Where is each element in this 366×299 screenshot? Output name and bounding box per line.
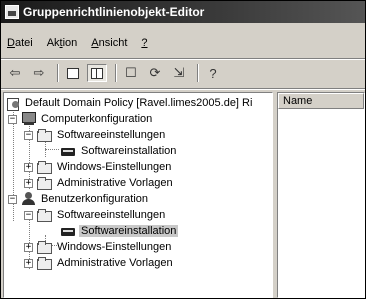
refresh-button[interactable]: ⟳ bbox=[145, 64, 165, 82]
user-icon bbox=[21, 192, 36, 206]
menu-bar: Datei Aktion Ansicht ? bbox=[1, 34, 365, 52]
collapse-toggle[interactable]: − bbox=[24, 210, 33, 220]
export-list-button[interactable]: ⇲ bbox=[169, 64, 189, 82]
tree-node-label: Administrative Vorlagen bbox=[57, 177, 173, 189]
menu-aktion[interactable]: Aktion bbox=[47, 37, 78, 49]
tree-node-softwareeinstellungen-user[interactable]: − Softwareeinstellungen bbox=[24, 207, 167, 223]
tree-node-administrative-vorlagen-computer[interactable]: + Administrative Vorlagen bbox=[24, 175, 175, 191]
expand-toggle[interactable]: + bbox=[24, 162, 33, 172]
details-pane[interactable]: Name bbox=[277, 92, 365, 298]
software-installation-icon bbox=[60, 145, 76, 157]
tree-node-computerkonfiguration[interactable]: − Computerkonfiguration bbox=[8, 111, 154, 127]
folder-icon bbox=[37, 240, 52, 254]
tree-node-softwareinstallation-computer[interactable]: Softwareinstallation bbox=[60, 143, 178, 159]
tree-node-label: Windows-Einstellungen bbox=[57, 161, 172, 173]
export-list-icon: ⇲ bbox=[173, 65, 185, 80]
software-installation-icon bbox=[60, 225, 76, 237]
tree-node-label: Softwareinstallation bbox=[79, 225, 179, 237]
tree-root-policy[interactable]: Default Domain Policy [Ravel.limes2005.d… bbox=[6, 95, 254, 111]
tree-node-softwareeinstellungen-computer[interactable]: − Softwareeinstellungen bbox=[24, 127, 167, 143]
column-header-name[interactable]: Name bbox=[278, 93, 364, 109]
menu-help[interactable]: ? bbox=[141, 37, 147, 49]
tree-node-label: Softwareinstallation bbox=[81, 145, 177, 157]
collapse-toggle[interactable]: − bbox=[8, 194, 17, 204]
forward-arrow-icon: ⇨ bbox=[33, 65, 45, 80]
tree-node-windows-einstellungen-user[interactable]: + Windows-Einstellungen bbox=[24, 239, 173, 255]
folder-icon bbox=[37, 256, 52, 270]
toolbar-divider bbox=[115, 64, 117, 82]
console-tree[interactable]: Default Domain Policy [Ravel.limes2005.d… bbox=[3, 92, 273, 298]
folder-icon bbox=[37, 208, 52, 222]
toolbar: ⇦ ⇨ ☐ ⟳ ⇲ ? bbox=[1, 62, 365, 84]
tree-node-softwareinstallation-user[interactable]: Softwareinstallation bbox=[60, 223, 179, 239]
tree-node-label: Softwareeinstellungen bbox=[57, 209, 166, 221]
show-hide-tree-button[interactable] bbox=[87, 64, 107, 82]
expand-toggle[interactable]: + bbox=[24, 242, 33, 252]
properties-button[interactable]: ☐ bbox=[121, 64, 141, 82]
title-bar[interactable]: Gruppenrichtlinienobjekt-Editor bbox=[1, 1, 365, 23]
help-icon: ? bbox=[209, 65, 217, 81]
tree-node-label: Benutzerkonfiguration bbox=[41, 193, 149, 205]
gpo-app-icon bbox=[5, 5, 19, 19]
collapse-toggle[interactable]: − bbox=[24, 130, 33, 140]
tree-node-windows-einstellungen-computer[interactable]: + Windows-Einstellungen bbox=[24, 159, 173, 175]
folder-icon bbox=[37, 128, 52, 142]
window-title: Gruppenrichtlinienobjekt-Editor bbox=[23, 5, 205, 19]
up-folder-button[interactable] bbox=[63, 64, 83, 82]
collapse-toggle[interactable]: − bbox=[8, 114, 17, 124]
up-folder-icon bbox=[67, 67, 79, 79]
tree-node-benutzerkonfiguration[interactable]: − Benutzerkonfiguration bbox=[8, 191, 150, 207]
tree-node-label: Administrative Vorlagen bbox=[57, 257, 173, 269]
back-button[interactable]: ⇦ bbox=[5, 64, 25, 82]
expand-toggle[interactable]: + bbox=[24, 258, 33, 268]
gpo-editor-window: Gruppenrichtlinienobjekt-Editor Datei Ak… bbox=[0, 0, 366, 299]
refresh-icon: ⟳ bbox=[149, 65, 161, 80]
menu-separator bbox=[1, 58, 365, 60]
folder-icon bbox=[37, 176, 52, 190]
tree-node-label: Computerkonfiguration bbox=[41, 113, 153, 125]
group-policy-icon bbox=[6, 97, 20, 111]
console-tree-icon bbox=[91, 67, 103, 79]
menu-ansicht[interactable]: Ansicht bbox=[91, 37, 127, 49]
toolbar-divider bbox=[57, 64, 59, 82]
computer-icon bbox=[21, 112, 36, 126]
expand-toggle[interactable]: + bbox=[24, 178, 33, 188]
forward-button[interactable]: ⇨ bbox=[29, 64, 49, 82]
tree-connector bbox=[45, 149, 59, 150]
back-arrow-icon: ⇦ bbox=[9, 65, 21, 80]
tree-node-label: Default Domain Policy [Ravel.limes2005.d… bbox=[25, 97, 253, 109]
folder-icon bbox=[37, 160, 52, 174]
tree-node-administrative-vorlagen-user[interactable]: + Administrative Vorlagen bbox=[24, 255, 175, 271]
properties-icon: ☐ bbox=[125, 65, 137, 80]
tree-node-label: Softwareeinstellungen bbox=[57, 129, 166, 141]
help-button[interactable]: ? bbox=[203, 64, 223, 82]
toolbar-separator bbox=[1, 88, 365, 90]
toolbar-divider bbox=[197, 64, 199, 82]
menu-datei[interactable]: Datei bbox=[7, 37, 33, 49]
tree-node-label: Windows-Einstellungen bbox=[57, 241, 172, 253]
